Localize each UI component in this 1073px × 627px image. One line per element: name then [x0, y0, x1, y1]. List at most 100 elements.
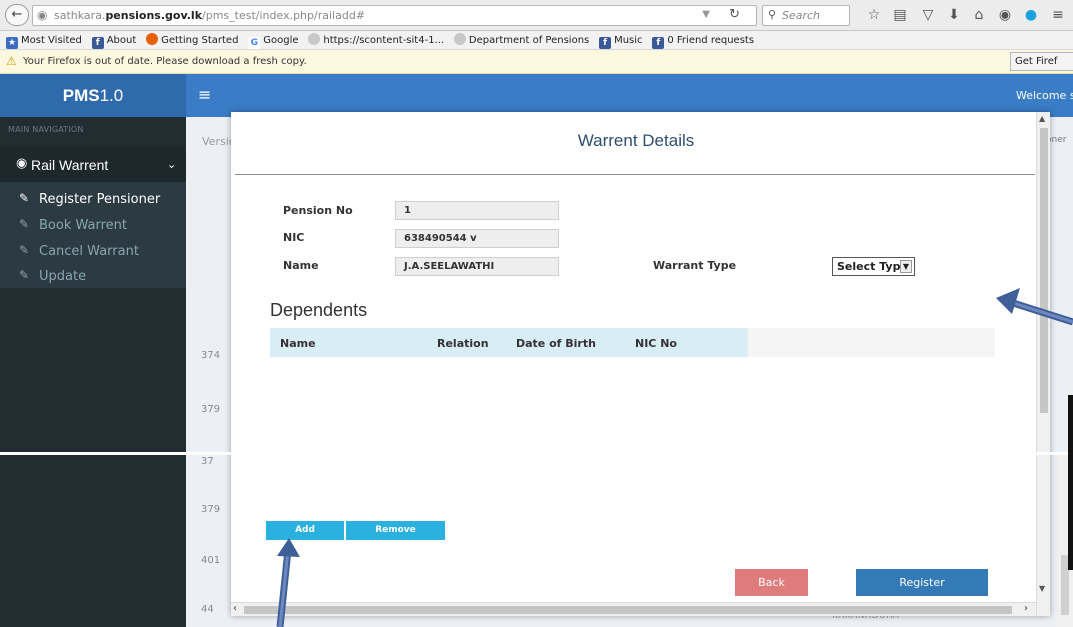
browser-toolbar: ← ◉ sathkara.pensions.gov.lk/pms_test/in… — [0, 0, 1073, 31]
bookmark-music[interactable]: f Music — [599, 31, 643, 49]
pencil-icon: ✎ — [19, 191, 30, 205]
nic-label: NIC — [283, 231, 305, 244]
warning-icon: ⚠ — [6, 54, 17, 68]
url-dropdown-icon[interactable]: ▼ — [702, 9, 710, 20]
sidebar-submenu: ✎ Register Pensioner ✎ Book Warrent ✎ Ca… — [0, 182, 186, 288]
background-row-number: 401 — [201, 555, 221, 566]
warrant-type-select[interactable]: Select Type ▼ — [832, 257, 915, 276]
skype-icon[interactable]: ● — [1021, 5, 1041, 25]
column-header-nic-no: NIC No — [635, 337, 677, 350]
screenshot-seam — [0, 452, 1073, 455]
scroll-down-icon[interactable]: ▼ — [1039, 584, 1045, 593]
scroll-left-icon[interactable]: ‹ — [233, 603, 237, 614]
chevron-down-icon: ▼ — [900, 260, 912, 273]
url-text: sathkara.pensions.gov.lk/pms_test/index.… — [54, 9, 366, 22]
pencil-icon: ✎ — [19, 217, 30, 231]
app-header: PMS1.0 ≡ Welcome s — [0, 74, 1073, 117]
modal-vertical-scrollbar[interactable]: ▲ ▼ — [1036, 112, 1050, 616]
globe-icon — [308, 33, 321, 45]
column-header-relation: Relation — [437, 337, 489, 350]
background-row-number: 374 — [201, 350, 221, 361]
facebook-icon: f — [652, 37, 665, 49]
search-icon: ⚲ — [768, 8, 777, 21]
bookmark-scontent[interactable]: https://scontent-sit4-1... — [308, 31, 444, 49]
modal-horizontal-scrollbar[interactable]: ‹ › — [231, 602, 1036, 616]
sidebar-item-label: Book Warrent — [39, 218, 127, 233]
chat-icon[interactable]: ◉ — [995, 5, 1015, 25]
star-icon[interactable]: ☆ — [864, 5, 884, 25]
nav-header: MAIN NAVIGATION — [8, 125, 84, 134]
browser-search-input[interactable]: ⚲ Search — [762, 5, 850, 26]
download-icon[interactable]: ⬇ — [944, 5, 964, 25]
bookmark-getting-started[interactable]: Getting Started — [146, 31, 238, 49]
pension-no-field[interactable]: 1 — [395, 201, 559, 220]
modal-divider — [235, 174, 1035, 175]
sidebar-group-label: Rail Warrent — [31, 157, 109, 173]
get-firefox-button[interactable]: Get Firef — [1010, 52, 1073, 71]
home-icon[interactable]: ⌂ — [969, 5, 989, 25]
add-dependent-button[interactable]: Add Dependent — [266, 521, 344, 554]
register-button[interactable]: Register — [856, 569, 988, 596]
reload-icon[interactable]: ↻ — [729, 7, 740, 22]
facebook-icon: f — [91, 37, 104, 49]
welcome-text[interactable]: Welcome s — [1016, 89, 1073, 102]
update-notice-text: Your Firefox is out of date. Please down… — [23, 56, 307, 67]
menu-icon[interactable]: ≡ — [1048, 5, 1068, 25]
warrent-details-modal: Warrent Details Pension No 1 NIC 6384905… — [231, 112, 1050, 616]
bookmark-friend-requests[interactable]: f0 Friend requests — [652, 31, 754, 49]
warrant-type-selected-value: Select Type — [837, 260, 908, 273]
google-icon: G — [248, 37, 261, 49]
name-label: Name — [283, 259, 319, 272]
scrollbar-thumb[interactable] — [244, 606, 1012, 614]
warrant-type-label: Warrant Type — [653, 259, 737, 272]
modal-title: Warrent Details — [577, 131, 695, 150]
back-button[interactable]: Back — [735, 569, 808, 596]
column-header-name: Name — [280, 337, 316, 350]
dependents-table-filler — [748, 328, 995, 357]
firefox-icon — [146, 33, 159, 45]
sidebar-item-cancel-warrant[interactable]: ✎ Cancel Warrant — [0, 239, 186, 265]
sidebar-item-label: Register Pensioner — [39, 192, 161, 207]
sidebar-item-book-warrent[interactable]: ✎ Book Warrent — [0, 213, 186, 239]
pension-no-label: Pension No — [283, 204, 353, 217]
background-row-number: 37 — [201, 456, 214, 467]
sidebar-toggle-icon[interactable]: ≡ — [198, 85, 211, 104]
background-row-number: 379 — [201, 504, 221, 515]
sidebar-item-update[interactable]: ✎ Update — [0, 264, 186, 290]
scroll-right-icon[interactable]: › — [1024, 603, 1028, 614]
bookmark-department-of-pensions[interactable]: Department of Pensions — [453, 31, 589, 49]
background-row-number: 44 — [201, 604, 214, 615]
search-placeholder: Search — [782, 9, 821, 22]
overlay-edge — [1068, 395, 1073, 570]
sidebar-item-register-pensioner[interactable]: ✎ Register Pensioner — [0, 187, 186, 213]
dependents-table-header: Name Relation Date of Birth NIC No — [270, 328, 748, 357]
chevron-down-icon: ⌄ — [167, 158, 177, 171]
screenshot: ← ◉ sathkara.pensions.gov.lk/pms_test/in… — [0, 0, 1073, 627]
background-row-number: 379 — [201, 404, 221, 415]
scrollbar-thumb[interactable] — [1040, 128, 1048, 413]
column-header-date-of-birth: Date of Birth — [516, 337, 596, 350]
bookmark-icon: ★ — [6, 37, 18, 49]
globe-icon — [453, 33, 466, 45]
pencil-icon: ✎ — [19, 268, 30, 282]
pocket-icon[interactable]: ▽ — [918, 5, 938, 25]
scroll-up-icon[interactable]: ▲ — [1039, 114, 1045, 123]
sidebar: MAIN NAVIGATION ◉ Rail Warrent ⌄ ✎ Regis… — [0, 117, 186, 627]
dependents-heading: Dependents — [270, 300, 368, 320]
facebook-icon: f — [599, 37, 612, 49]
bookmarks-bar: ★ Most Visited f About Getting Started G Go… — [0, 31, 1073, 50]
pencil-icon: ✎ — [19, 243, 30, 257]
sidebar-group-rail-warrent[interactable]: ◉ Rail Warrent ⌄ — [0, 146, 186, 182]
brand-logo[interactable]: PMS1.0 — [0, 74, 186, 117]
nic-field[interactable]: 638490544 v — [395, 229, 559, 248]
bookmark-most-visited[interactable]: ★ Most Visited — [6, 31, 82, 49]
bookmark-google[interactable]: G Google — [248, 31, 299, 49]
globe-icon: ◉ — [37, 8, 48, 22]
back-nav-icon[interactable]: ← — [5, 4, 29, 26]
remove-dependent-button[interactable]: Remove Dependent — [346, 521, 445, 554]
bookmarks-library-icon[interactable]: ▤ — [890, 5, 910, 25]
url-bar[interactable]: ◉ sathkara.pensions.gov.lk/pms_test/inde… — [32, 5, 757, 26]
name-field[interactable]: J.A.SEELAWATHI — [395, 257, 559, 276]
bookmark-about[interactable]: f About — [91, 31, 136, 49]
update-notification-bar: ⚠ Your Firefox is out of date. Please do… — [0, 50, 1073, 74]
